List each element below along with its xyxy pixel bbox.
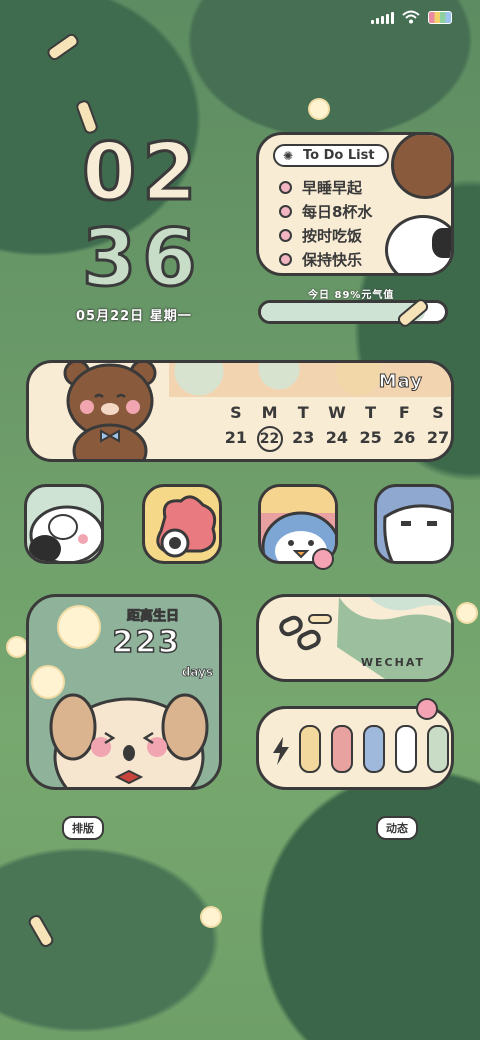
todo-title: ✺ To Do List (273, 144, 389, 167)
weekday-label: T (297, 403, 309, 422)
todo-title-text: To Do List (303, 148, 375, 163)
bullet-icon (279, 252, 292, 266)
layout-tag[interactable]: 排版 (62, 816, 104, 840)
paw-decoration (314, 550, 332, 568)
signal-bars-icon (371, 10, 394, 24)
battery-icon (428, 10, 452, 24)
calendar-day[interactable]: 27 (421, 428, 451, 452)
calendar-day[interactable]: 24 (320, 428, 354, 452)
color-pill (395, 725, 417, 773)
weekday-label: M (261, 403, 278, 422)
calendar-day[interactable]: 25 (354, 428, 388, 452)
color-pill (331, 725, 353, 773)
countdown-number: 223 (112, 624, 181, 661)
seal-face-icon (383, 504, 451, 561)
paw-decoration (418, 700, 436, 718)
energy-label: 今日 89%元气值 (308, 290, 395, 301)
bear-waving-icon (63, 363, 157, 459)
dynamic-tag[interactable]: 动态 (376, 816, 418, 840)
todo-item[interactable]: 保持快乐 (279, 247, 372, 271)
calendar-day[interactable]: 21 (219, 428, 253, 452)
weekday-label: W (328, 403, 346, 422)
sun-icon: ✺ (283, 149, 294, 163)
color-pill (427, 725, 449, 773)
todo-list: 早睡早起 每日8杯水 按时吃饭 保持快乐 (279, 175, 372, 271)
birthday-countdown-widget[interactable]: 距离生日 223 days (26, 594, 222, 790)
camera-app-icon[interactable] (142, 484, 222, 564)
bear-sticker-icon (391, 135, 451, 199)
weekday-label: S (432, 403, 444, 422)
weekday-label: T (365, 403, 377, 422)
countdown-label: 距离生日 (126, 609, 179, 625)
weekday-label: F (398, 403, 410, 422)
color-pill-row (299, 725, 449, 773)
calendar-day[interactable]: 23 (286, 428, 320, 452)
todo-item-text: 按时吃饭 (302, 226, 363, 245)
calendar-month: May (378, 371, 423, 393)
clock-hours: 02 (81, 128, 203, 218)
clock-minutes: 36 (81, 214, 203, 304)
color-battery-widget[interactable] (256, 706, 454, 790)
todo-item-text: 每日8杯水 (302, 202, 373, 221)
status-bar (371, 10, 452, 24)
calendar-day-today[interactable]: 22 (253, 426, 287, 452)
wifi-icon (402, 10, 420, 24)
wechat-widget[interactable]: WECHAT (256, 594, 454, 682)
flower-decoration (59, 607, 99, 647)
calendar-widget[interactable]: May S M T W T F S 21 22 23 24 25 26 27 (26, 360, 454, 462)
clock-date: 05月22日 星期一 (76, 309, 192, 324)
flower-decoration (310, 100, 328, 118)
lightning-icon (273, 737, 289, 765)
bullet-icon (279, 204, 292, 218)
todo-item[interactable]: 按时吃饭 (279, 223, 372, 247)
color-pill (299, 725, 321, 773)
flower-decoration (458, 604, 476, 622)
todo-item[interactable]: 早睡早起 (279, 175, 372, 199)
panda-face-icon (29, 505, 101, 561)
wechat-label: WECHAT (360, 656, 425, 669)
flower-decoration (8, 638, 26, 656)
todo-item-text: 早睡早起 (302, 178, 363, 197)
seal-app-icon[interactable] (374, 484, 454, 564)
calendar-day[interactable]: 26 (387, 428, 421, 452)
weekday-label: S (230, 403, 242, 422)
todo-item-text: 保持快乐 (302, 250, 363, 269)
todo-widget[interactable]: ✺ To Do List 早睡早起 每日8杯水 按时吃饭 保持快乐 (256, 132, 454, 276)
camera-icon (156, 495, 217, 558)
calendar-week-grid: S M T W T F S 21 22 23 24 25 26 27 (219, 403, 451, 452)
color-pill (363, 725, 385, 773)
panda-sticker-icon (385, 215, 451, 273)
panda-app-icon[interactable] (24, 484, 104, 564)
todo-item[interactable]: 每日8杯水 (279, 199, 372, 223)
bullet-icon (279, 180, 292, 194)
bullet-icon (279, 228, 292, 242)
chat-link-icon (279, 614, 332, 651)
puppy-icon (49, 693, 209, 787)
flower-decoration (202, 908, 220, 926)
